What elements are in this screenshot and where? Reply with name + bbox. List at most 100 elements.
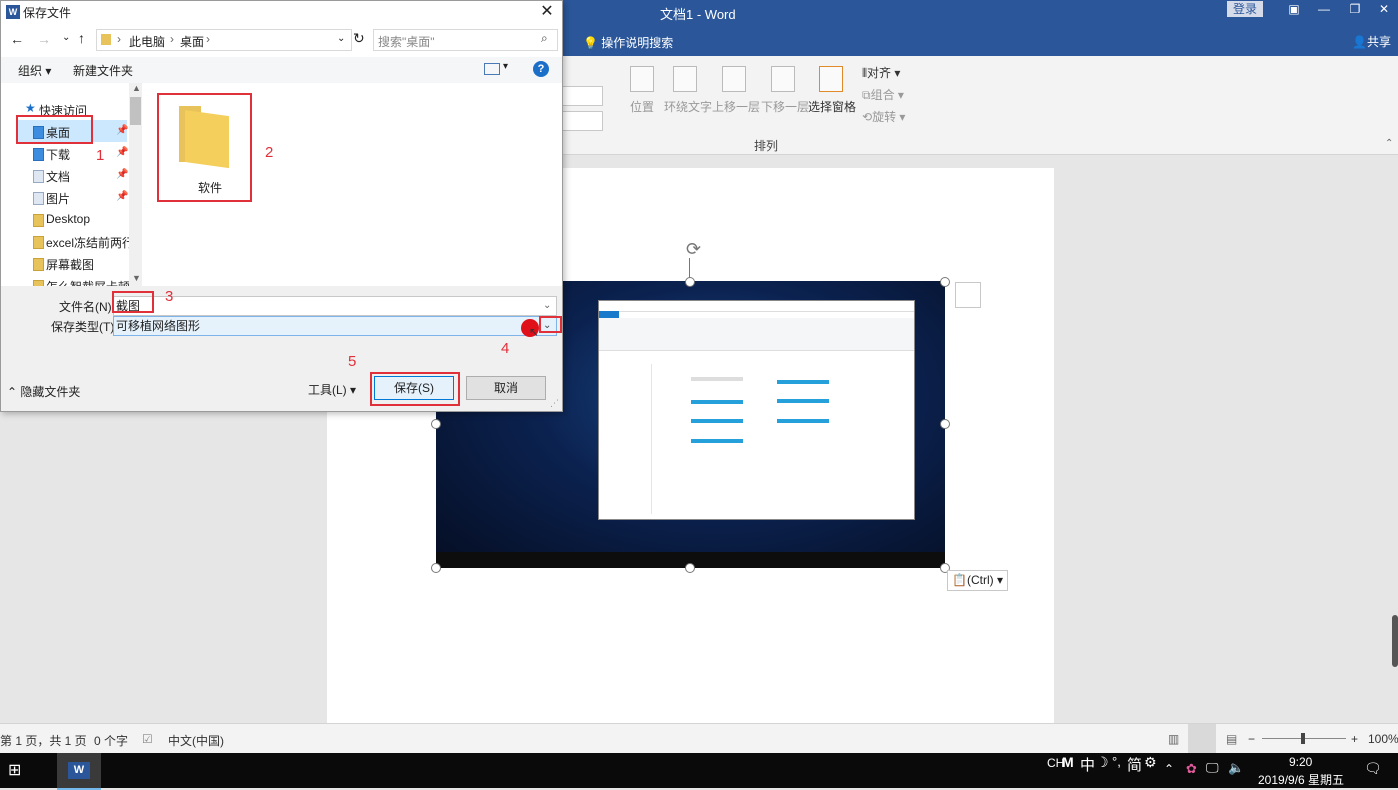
collapse-ribbon-icon[interactable]: ⌃ [1385,138,1393,149]
ime-mode[interactable]: 中 [1080,754,1095,775]
tools-menu[interactable]: 工具(L) ▾ [308,381,356,398]
maximize-icon[interactable]: ❐ [1345,2,1365,18]
zoom-level[interactable]: 100% [1368,732,1398,746]
nav-item-excel-freeze[interactable]: excel冻结前两行 [46,234,134,251]
annotation-number-1: 1 [96,147,105,164]
ribbon-display-icon[interactable]: ▣ [1284,2,1304,18]
nav-item-documents[interactable]: 文档 [46,168,70,185]
ime-settings-icon[interactable]: ⚙ [1144,754,1157,771]
width-spinner[interactable] [562,111,603,131]
ime-m-icon[interactable]: M [1062,754,1074,770]
language-indicator[interactable]: 中文(中国) [168,732,224,749]
thumbnail-ribbon [599,318,914,351]
search-input[interactable]: 搜索"桌面" ⌕ [373,29,558,51]
print-layout-icon[interactable] [1188,724,1216,754]
resize-handle-ne[interactable] [940,277,950,287]
position-button[interactable]: 位置 [630,98,654,115]
ime-skin-icon[interactable]: ✿ [1186,761,1197,777]
cancel-button[interactable]: 取消 [466,376,546,400]
zoom-in-icon[interactable]: + [1351,732,1358,746]
zoom-slider-thumb[interactable] [1301,733,1305,744]
nav-item-pictures[interactable]: 图片 [46,190,70,207]
resize-handle-sw[interactable] [431,563,441,573]
pin-icon: 📌 [116,125,129,136]
wrap-text-button[interactable]: 环绕文字 [664,98,712,115]
tell-me-search[interactable]: 💡 操作说明搜索 [583,34,673,51]
save-file-dialog: W 保存文件 ✕ ← → ⌄ ↑ › 此电脑 › 桌面 › ⌄ ↻ 搜索"桌面"… [0,0,563,412]
resize-handle-w[interactable] [431,419,441,429]
height-spinner[interactable] [562,86,603,106]
scrollbar-thumb[interactable] [1392,615,1398,667]
back-arrow-icon[interactable]: ← [10,31,24,47]
resize-handle-e[interactable] [940,419,950,429]
rotate-button[interactable]: ⟲旋转 ▾ [862,108,905,125]
share-button[interactable]: 👤共享 [1352,33,1391,50]
chevron-down-icon[interactable]: ⌄ [543,297,551,315]
nav-scrollbar[interactable]: ▲ ▼ [129,83,142,286]
ime-punctuation-icon[interactable]: °, [1112,754,1121,769]
zoom-out-icon[interactable]: − [1248,732,1255,746]
folder-icon [101,34,111,45]
action-center-icon[interactable]: 🗨 [1364,760,1382,777]
send-backward-button[interactable]: 下移一层 [761,98,809,115]
proofing-icon[interactable]: ☑ [142,732,153,746]
bring-forward-button[interactable]: 上移一层 [712,98,760,115]
bring-forward-icon[interactable] [722,66,746,92]
refresh-icon[interactable]: ↻ [353,30,365,47]
wrap-text-icon[interactable] [673,66,697,92]
page-count[interactable]: 第 1 页，共 1 页 [0,732,87,749]
windows-start-icon[interactable]: ⊞ [8,760,21,780]
network-icon[interactable]: 🖵 [1206,760,1219,776]
volume-icon[interactable]: 🔈 [1228,760,1244,776]
pin-icon: 📌 [116,191,129,202]
up-arrow-icon[interactable]: ↑ [78,30,85,46]
paste-options-button[interactable]: 📋(Ctrl) ▾ [947,570,1008,591]
nav-item-screenshots[interactable]: 屏幕截图 [46,256,94,273]
clock-time[interactable]: 9:20 [1289,755,1312,769]
breadcrumb-this-pc[interactable]: 此电脑 [129,33,165,50]
view-options-icon[interactable] [484,63,500,75]
recent-locations-icon[interactable]: ⌄ [62,32,70,43]
web-layout-icon[interactable]: ▤ [1226,732,1237,746]
ime-simplified[interactable]: 简 [1127,754,1142,775]
position-icon[interactable] [630,66,654,92]
address-bar[interactable]: › 此电脑 › 桌面 › ⌄ [96,29,352,51]
scroll-down-icon[interactable]: ▼ [132,273,141,283]
minimize-icon[interactable]: — [1314,2,1334,18]
scroll-up-icon[interactable]: ▲ [132,83,141,93]
chevron-down-icon[interactable]: ⌄ [337,33,345,44]
login-button[interactable]: 登录 [1227,1,1263,17]
send-backward-icon[interactable] [771,66,795,92]
clock-date[interactable]: 2019/9/6 星期五 [1258,771,1344,788]
rotate-handle-icon[interactable]: ⟳ [686,239,701,260]
scrollbar-thumb[interactable] [130,97,141,125]
group-icon: ⧉ [862,88,871,102]
nav-item-desktop-en[interactable]: Desktop [46,212,90,226]
group-button[interactable]: ⧉组合 ▾ [862,86,904,103]
chevron-down-icon[interactable]: ▾ [503,61,508,72]
word-count[interactable]: 0 个字 [94,732,128,749]
read-mode-icon[interactable]: ▥ [1168,732,1179,746]
align-button[interactable]: ⫴对齐 ▾ [862,64,900,81]
organize-button[interactable]: 组织 ▾ [18,62,51,79]
show-hidden-icons[interactable]: ⌃ [1164,762,1174,776]
resize-handle-n[interactable] [685,277,695,287]
filename-input[interactable]: 截图 ⌄ [113,296,557,316]
resize-grip-icon[interactable]: ⋰ [550,398,559,409]
forward-arrow-icon[interactable]: → [37,31,51,47]
resize-handle-s[interactable] [685,563,695,573]
hide-folders-toggle[interactable]: ⌃ 隐藏文件夹 [7,383,80,400]
help-icon[interactable]: ? [533,61,549,77]
breadcrumb-desktop[interactable]: 桌面 [180,33,204,50]
close-icon[interactable]: ✕ [1374,2,1394,18]
new-folder-button[interactable]: 新建文件夹 [73,62,133,79]
selection-pane-button[interactable]: 选择窗格 [808,98,856,115]
close-icon[interactable]: ✕ [537,2,557,22]
annotation-number-4: 4 [501,340,510,357]
nav-item-truncated[interactable]: 怎么智截屏卡顿 [46,278,130,286]
selection-pane-icon[interactable] [819,66,843,92]
nav-item-downloads[interactable]: 下载 [46,146,70,163]
layout-options-icon[interactable] [955,282,981,308]
ime-moon-icon[interactable]: ☽ [1096,754,1109,771]
filetype-select[interactable]: 可移植网络图形 ⌄ [113,316,557,336]
